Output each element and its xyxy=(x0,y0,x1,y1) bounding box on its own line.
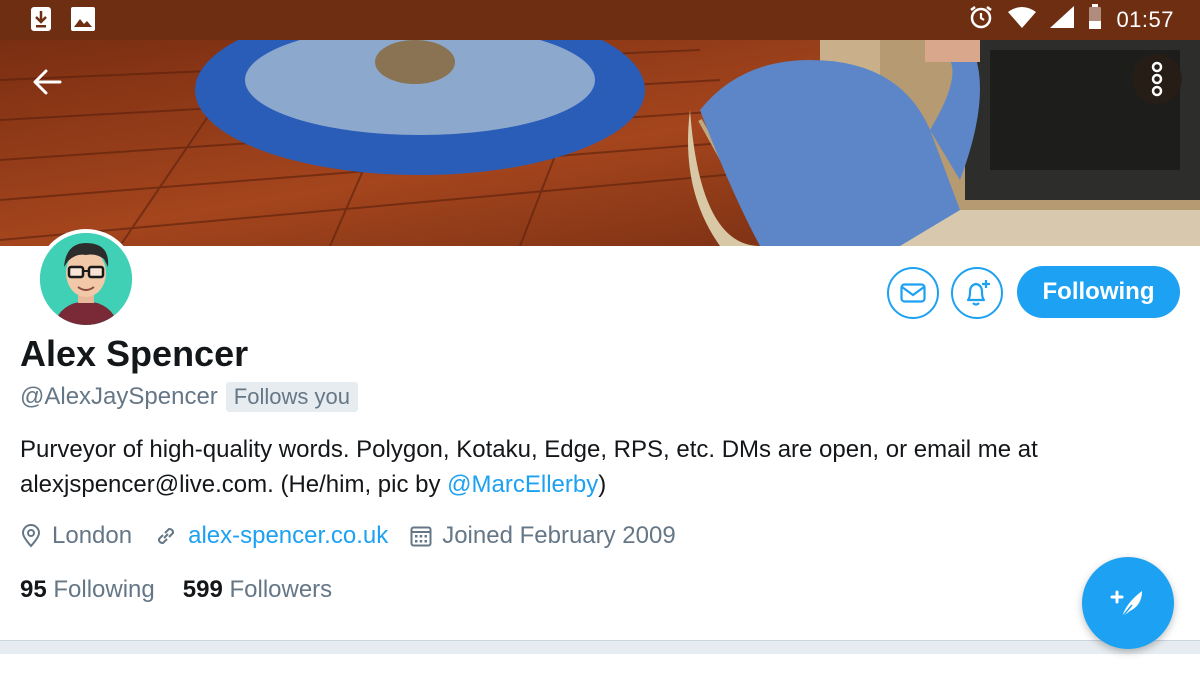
avatar-image xyxy=(40,233,132,325)
location-text: London xyxy=(52,522,133,549)
bio-end: ) xyxy=(598,471,607,498)
compose-tweet-icon xyxy=(1110,590,1142,618)
location-item: London xyxy=(20,522,132,550)
followers-label: Followers xyxy=(229,576,333,603)
profile-name: Alex Spencer xyxy=(20,333,249,374)
alarm-icon xyxy=(968,4,994,35)
joined-text: Joined February 2009 xyxy=(442,522,676,549)
more-options-button[interactable] xyxy=(1132,54,1182,104)
image-icon xyxy=(70,6,96,37)
download-icon xyxy=(30,6,52,37)
website-item[interactable]: alex-spencer.co.uk xyxy=(154,522,388,550)
location-pin-icon xyxy=(21,524,41,548)
signal-icon xyxy=(1050,6,1075,33)
followers-stat[interactable]: 599 Followers xyxy=(183,576,332,604)
followers-count: 599 xyxy=(182,576,223,603)
joined-item: Joined February 2009 xyxy=(410,522,676,550)
following-label: Following xyxy=(53,576,155,603)
profile-meta: London alex-spencer.co.uk Joined Februar… xyxy=(20,522,698,550)
follows-you-badge: Follows you xyxy=(225,382,358,412)
header-image xyxy=(0,40,1200,246)
more-vertical-icon xyxy=(1151,61,1163,97)
back-button[interactable] xyxy=(22,62,72,102)
bio-mention-link[interactable]: @MarcEllerby xyxy=(447,471,598,498)
website-link[interactable]: alex-spencer.co.uk xyxy=(188,522,388,550)
section-divider xyxy=(0,640,1200,654)
avatar[interactable] xyxy=(36,229,136,329)
handle-row: @AlexJaySpencer Follows you xyxy=(20,382,358,412)
calendar-icon xyxy=(410,526,432,547)
status-bar: 01:57 xyxy=(0,0,1200,40)
arrow-left-icon xyxy=(33,69,62,95)
direct-message-button[interactable] xyxy=(887,267,939,319)
profile-bio: Purveyor of high-quality words. Polygon,… xyxy=(20,432,1160,502)
wifi-icon xyxy=(1008,6,1037,33)
battery-icon xyxy=(1088,4,1102,35)
bell-plus-icon xyxy=(966,280,990,306)
link-icon xyxy=(158,527,175,545)
profile-header-banner[interactable] xyxy=(0,40,1200,246)
clock-time: 01:57 xyxy=(1116,6,1174,32)
envelope-icon xyxy=(900,283,926,303)
compose-tweet-button[interactable] xyxy=(1082,557,1174,649)
notifications-button[interactable] xyxy=(951,267,1003,319)
profile-handle: @AlexJaySpencer xyxy=(20,383,218,410)
following-count: 95 xyxy=(20,576,47,603)
following-button[interactable]: Following xyxy=(1017,266,1180,318)
follow-stats: 95 Following 599 Followers xyxy=(20,576,360,604)
following-stat[interactable]: 95 Following xyxy=(20,576,155,604)
